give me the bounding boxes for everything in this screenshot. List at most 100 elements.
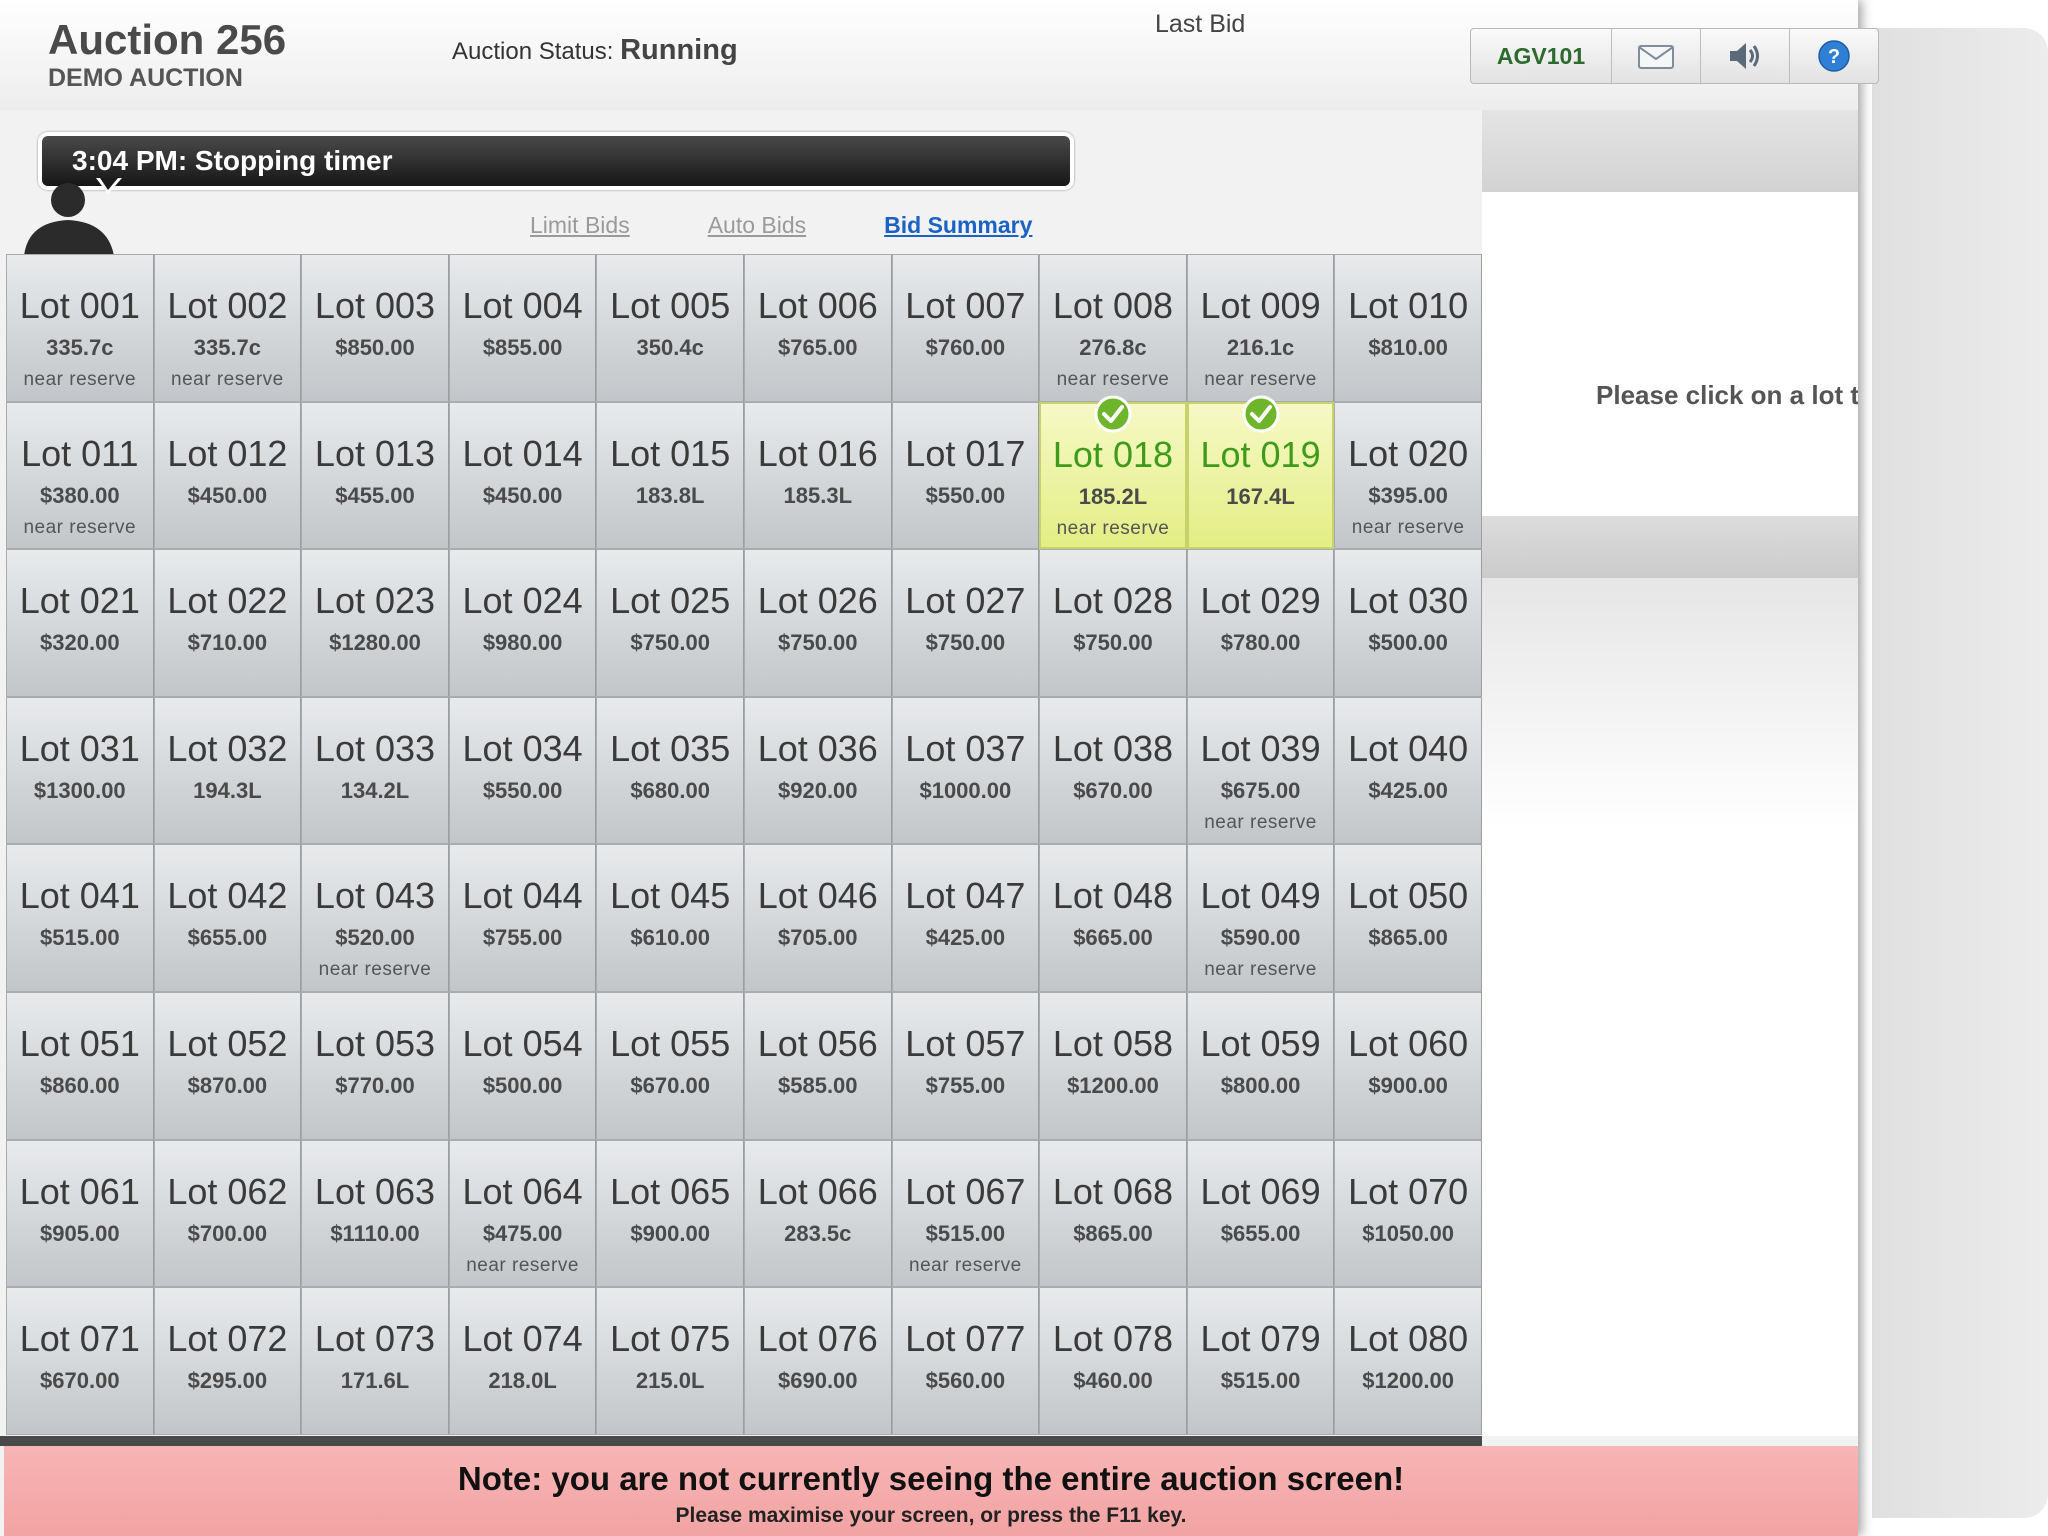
lot-tile[interactable]: Lot 057 $755.00 bbox=[891, 991, 1040, 1140]
lot-tile[interactable]: Lot 070 $1050.00 bbox=[1334, 1139, 1482, 1288]
lot-tile[interactable]: Lot 005 350.4c bbox=[596, 254, 744, 402]
lot-name: Lot 077 bbox=[905, 1318, 1026, 1360]
lot-tile[interactable]: Lot 035 $680.00 bbox=[596, 696, 744, 845]
tab-limit-bids[interactable]: Limit Bids bbox=[530, 212, 630, 239]
lot-name: Lot 072 bbox=[167, 1318, 288, 1360]
lot-tile[interactable]: Lot 073 171.6L bbox=[301, 1287, 449, 1435]
lot-tile[interactable]: Lot 021 $320.00 bbox=[6, 549, 154, 697]
lot-tile[interactable]: Lot 056 $585.00 bbox=[743, 991, 892, 1140]
lot-tile[interactable]: Lot 079 $515.00 bbox=[1186, 1287, 1335, 1435]
lot-tile[interactable]: Lot 040 $425.00 bbox=[1334, 696, 1482, 845]
lot-tile[interactable]: Lot 034 $550.00 bbox=[448, 696, 597, 845]
lot-tile[interactable]: Lot 004 $855.00 bbox=[448, 254, 597, 402]
lot-tile[interactable]: Lot 032 194.3L bbox=[153, 696, 302, 845]
lot-price: $1110.00 bbox=[330, 1220, 420, 1246]
lot-price: $1200.00 bbox=[1067, 1072, 1159, 1098]
lot-tile[interactable]: Lot 068 $865.00 bbox=[1039, 1139, 1187, 1288]
lot-tile[interactable]: Lot 036 $920.00 bbox=[743, 696, 892, 845]
lot-tile[interactable]: Lot 061 $905.00 bbox=[6, 1139, 154, 1288]
lot-tile[interactable]: Lot 077 $560.00 bbox=[891, 1287, 1040, 1435]
lot-reserve: near reserve bbox=[1204, 811, 1317, 833]
lot-tile[interactable]: Lot 072 $295.00 bbox=[153, 1287, 302, 1435]
lot-tile[interactable]: Lot 054 $500.00 bbox=[448, 991, 597, 1140]
lot-tile[interactable]: Lot 066 283.5c bbox=[743, 1139, 892, 1288]
lot-tile[interactable]: Lot 007 $760.00 bbox=[891, 254, 1040, 402]
lot-tile[interactable]: Lot 080 $1200.00 bbox=[1334, 1287, 1482, 1435]
lot-price: $750.00 bbox=[778, 630, 858, 656]
lot-tile[interactable]: Lot 067 $515.00 near reserve bbox=[891, 1139, 1040, 1288]
lot-price: $780.00 bbox=[1220, 630, 1301, 656]
lot-name: Lot 037 bbox=[905, 727, 1026, 769]
lot-tile[interactable]: Lot 062 $700.00 bbox=[153, 1139, 302, 1288]
lot-tile[interactable]: Lot 064 $475.00 near reserve bbox=[448, 1139, 597, 1288]
lot-name: Lot 057 bbox=[905, 1022, 1026, 1064]
lot-tile[interactable]: Lot 017 $550.00 bbox=[891, 401, 1040, 550]
lot-tile[interactable]: Lot 029 $780.00 bbox=[1186, 549, 1335, 697]
lot-price: $865.00 bbox=[1073, 1220, 1153, 1246]
lot-tile[interactable]: Lot 033 134.2L bbox=[301, 696, 449, 845]
lot-tile[interactable]: Lot 074 218.0L bbox=[448, 1287, 597, 1435]
lot-tile[interactable]: Lot 041 $515.00 bbox=[6, 844, 154, 992]
sound-button[interactable] bbox=[1701, 29, 1790, 83]
lot-tile[interactable]: Lot 044 $755.00 bbox=[448, 844, 597, 992]
lot-tile[interactable]: Lot 026 $750.00 bbox=[743, 549, 892, 697]
lot-tile[interactable]: Lot 051 $860.00 bbox=[6, 991, 154, 1140]
lot-tile[interactable]: Lot 022 $710.00 bbox=[153, 549, 302, 697]
lot-tile[interactable]: Lot 069 $655.00 bbox=[1186, 1139, 1335, 1288]
lot-tile[interactable]: Lot 059 $800.00 bbox=[1186, 991, 1335, 1140]
lot-tile[interactable]: Lot 039 $675.00 near reserve bbox=[1186, 696, 1335, 845]
lot-tile[interactable]: Lot 028 $750.00 bbox=[1039, 549, 1187, 697]
lot-tile[interactable]: Lot 047 $425.00 bbox=[891, 844, 1040, 992]
help-button[interactable]: ? bbox=[1790, 29, 1878, 83]
lot-tile[interactable]: Lot 050 $865.00 bbox=[1334, 844, 1482, 992]
lot-tile[interactable]: Lot 037 $1000.00 bbox=[891, 696, 1040, 845]
lot-tile[interactable]: Lot 016 185.3L bbox=[743, 401, 892, 550]
lot-tile[interactable]: Lot 009 216.1c near reserve bbox=[1186, 254, 1335, 402]
lot-tile[interactable]: Lot 065 $900.00 bbox=[596, 1139, 744, 1288]
lot-tile[interactable]: Lot 006 $765.00 bbox=[743, 254, 892, 402]
lot-tile[interactable]: Lot 014 $450.00 bbox=[448, 401, 597, 550]
tab-bid-summary[interactable]: Bid Summary bbox=[884, 212, 1032, 239]
lot-tile[interactable]: Lot 053 $770.00 bbox=[301, 991, 449, 1140]
lot-tile[interactable]: Lot 038 $670.00 bbox=[1039, 696, 1187, 845]
lot-tile[interactable]: Lot 027 $750.00 bbox=[891, 549, 1040, 697]
lot-tile[interactable]: Lot 023 $1280.00 bbox=[301, 549, 449, 697]
lot-tile[interactable]: Lot 031 $1300.00 bbox=[6, 696, 154, 845]
lot-price: $1000.00 bbox=[919, 777, 1012, 803]
lot-tile[interactable]: Lot 046 $705.00 bbox=[743, 844, 892, 992]
lot-tile[interactable]: Lot 008 276.8c near reserve bbox=[1039, 254, 1187, 402]
lot-tile[interactable]: Lot 075 215.0L bbox=[596, 1287, 744, 1435]
lot-tile[interactable]: Lot 048 $665.00 bbox=[1039, 844, 1187, 992]
lot-tile[interactable]: Lot 015 183.8L bbox=[596, 401, 744, 550]
user-button[interactable]: AGV101 bbox=[1471, 29, 1612, 83]
lot-name: Lot 074 bbox=[462, 1318, 583, 1360]
lot-tile[interactable]: Lot 010 $810.00 bbox=[1334, 254, 1482, 402]
lot-tile[interactable]: Lot 020 $395.00 near reserve bbox=[1334, 401, 1482, 550]
lot-tile[interactable]: Lot 071 $670.00 bbox=[6, 1287, 154, 1435]
lot-tile[interactable]: Lot 018 185.2L near reserve bbox=[1039, 395, 1187, 550]
lot-tile[interactable]: Lot 013 $455.00 bbox=[301, 401, 449, 550]
lot-tile[interactable]: Lot 030 $500.00 bbox=[1334, 549, 1482, 697]
lot-tile[interactable]: Lot 055 $670.00 bbox=[596, 991, 744, 1140]
lot-tile[interactable]: Lot 063 $1110.00 bbox=[301, 1139, 449, 1288]
lot-tile[interactable]: Lot 002 335.7c near reserve bbox=[153, 254, 302, 402]
lot-tile[interactable]: Lot 049 $590.00 near reserve bbox=[1186, 844, 1335, 992]
lot-tile[interactable]: Lot 042 $655.00 bbox=[153, 844, 302, 992]
tab-auto-bids[interactable]: Auto Bids bbox=[708, 212, 806, 239]
lot-tile[interactable]: Lot 011 $380.00 near reserve bbox=[6, 401, 154, 550]
mail-button[interactable] bbox=[1612, 29, 1701, 83]
lot-tile[interactable]: Lot 019 167.4L bbox=[1186, 395, 1335, 550]
lot-tile[interactable]: Lot 060 $900.00 bbox=[1334, 991, 1482, 1140]
lot-tile[interactable]: Lot 012 $450.00 bbox=[153, 401, 302, 550]
lot-tile[interactable]: Lot 058 $1200.00 bbox=[1039, 991, 1187, 1140]
lot-tile[interactable]: Lot 024 $980.00 bbox=[448, 549, 597, 697]
lot-tile[interactable]: Lot 003 $850.00 bbox=[301, 254, 449, 402]
lot-tile[interactable]: Lot 052 $870.00 bbox=[153, 991, 302, 1140]
lot-tile[interactable]: Lot 025 $750.00 bbox=[596, 549, 744, 697]
lot-tile[interactable]: Lot 076 $690.00 bbox=[743, 1287, 892, 1435]
lot-tile[interactable]: Lot 078 $460.00 bbox=[1039, 1287, 1187, 1435]
lot-price: $670.00 bbox=[40, 1368, 120, 1394]
lot-tile[interactable]: Lot 043 $520.00 near reserve bbox=[301, 844, 449, 992]
lot-tile[interactable]: Lot 001 335.7c near reserve bbox=[6, 254, 154, 402]
lot-tile[interactable]: Lot 045 $610.00 bbox=[596, 844, 744, 992]
